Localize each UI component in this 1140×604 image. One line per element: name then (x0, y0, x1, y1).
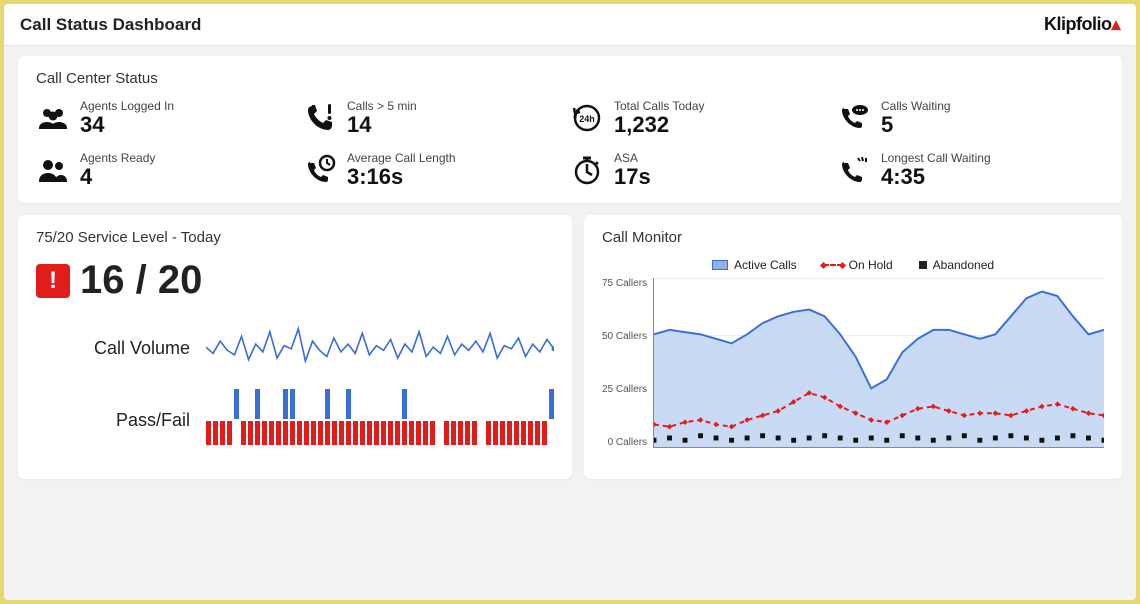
clock-24h-icon: 24h (570, 101, 604, 135)
alert-icon: ! (36, 264, 70, 298)
people-icon (36, 101, 70, 135)
pass-fail-sparkline (206, 385, 554, 455)
stat-total-calls-today: 24h Total Calls Today 1,232 (570, 99, 837, 137)
stat-agents-ready: Agents Ready 4 (36, 151, 303, 189)
stat-calls-waiting: Calls Waiting 5 (837, 99, 1104, 137)
stat-value: 5 (881, 113, 951, 137)
phone-chat-icon (837, 101, 871, 135)
service-level-card: 75/20 Service Level - Today ! 16 / 20 Ca… (18, 215, 572, 479)
legend-hold: On Hold (823, 258, 893, 272)
svg-text:24h: 24h (579, 114, 595, 124)
stat-value: 34 (80, 113, 174, 137)
card-title: Call Monitor (602, 229, 1104, 246)
stat-value: 4:35 (881, 165, 991, 189)
stat-value: 1,232 (614, 113, 705, 137)
legend-active: Active Calls (712, 258, 797, 272)
card-title: Call Center Status (36, 70, 1104, 87)
phone-wait-icon (837, 153, 871, 187)
stat-value: 4 (80, 165, 155, 189)
call-volume-label: Call Volume (36, 338, 196, 359)
call-monitor-card: Call Monitor Active Calls On Hold Abando… (584, 215, 1122, 479)
phone-clock-icon (303, 153, 337, 187)
stat-value: 14 (347, 113, 417, 137)
stat-label: Calls > 5 min (347, 99, 417, 113)
stat-label: Total Calls Today (614, 99, 705, 113)
stat-label: Agents Ready (80, 151, 155, 165)
stat-label: ASA (614, 151, 651, 165)
y-axis: 75 Callers 50 Callers 25 Callers 0 Calle… (602, 278, 653, 448)
stat-asa: ASA 17s (570, 151, 837, 189)
stat-label: Calls Waiting (881, 99, 951, 113)
service-level-value: 16 / 20 (80, 258, 202, 303)
chart-legend: Active Calls On Hold Abandoned (602, 258, 1104, 272)
stat-value: 3:16s (347, 165, 456, 189)
people-small-icon (36, 153, 70, 187)
stat-agents-logged-in: Agents Logged In 34 (36, 99, 303, 137)
call-volume-sparkline (206, 321, 554, 375)
stat-calls-over-5min: Calls > 5 min 14 (303, 99, 570, 137)
top-bar: Call Status Dashboard Klipfolio▴ (4, 4, 1136, 46)
stat-value: 17s (614, 165, 651, 189)
stopwatch-icon (570, 153, 604, 187)
brand-logo: Klipfolio▴ (1044, 14, 1120, 35)
phone-alert-icon (303, 101, 337, 135)
pass-fail-label: Pass/Fail (36, 410, 196, 431)
legend-abandoned: Abandoned (919, 258, 994, 272)
stat-avg-call-length: Average Call Length 3:16s (303, 151, 570, 189)
call-center-status-card: Call Center Status Agents Logged In 34 (18, 56, 1122, 203)
card-title: 75/20 Service Level - Today (36, 229, 554, 246)
stat-label: Longest Call Waiting (881, 151, 991, 165)
stat-label: Agents Logged In (80, 99, 174, 113)
stat-longest-wait: Longest Call Waiting 4:35 (837, 151, 1104, 189)
stat-label: Average Call Length (347, 151, 456, 165)
call-monitor-chart (653, 278, 1104, 448)
page-title: Call Status Dashboard (20, 15, 201, 35)
